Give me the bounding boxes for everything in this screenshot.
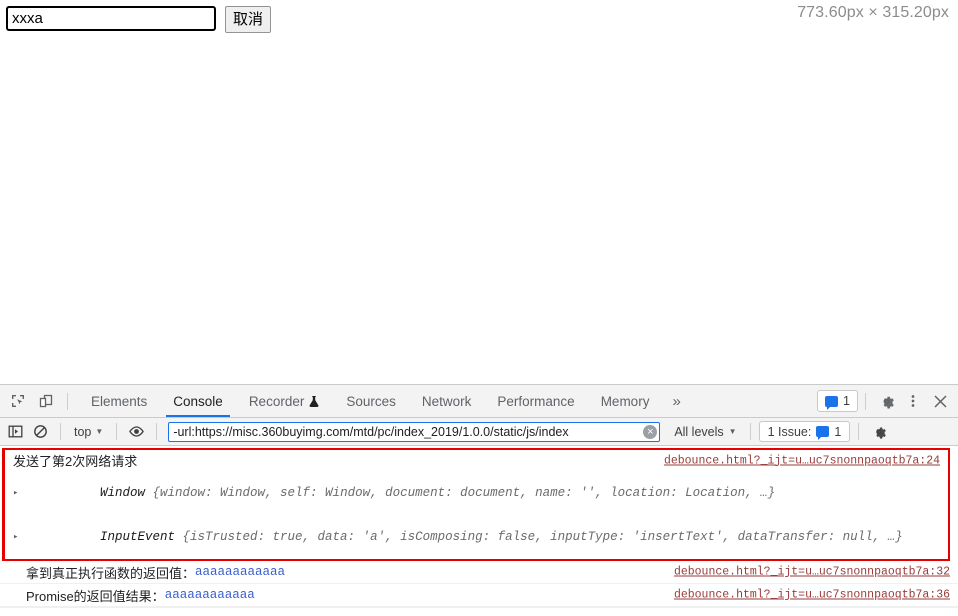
viewport-size-badge: 773.60px × 315.20px — [797, 4, 949, 21]
kebab-menu-icon[interactable] — [900, 388, 926, 414]
expand-arrow-icon-2[interactable]: ▸ — [13, 532, 21, 542]
console-toolbar: top ▼ × All levels ▼ 1 Issue: 1 — [0, 418, 958, 446]
toolbar-divider — [67, 392, 68, 410]
tab-elements[interactable]: Elements — [78, 385, 160, 417]
chevron-down-icon: ▼ — [95, 426, 104, 436]
tab-recorder-label: Recorder — [248, 393, 305, 409]
page-viewport: 取消 773.60px × 315.20px — [0, 0, 958, 384]
gear-icon[interactable] — [873, 388, 899, 414]
console-object-row: ▸ Window {window: Window, self: Window, … — [5, 471, 948, 515]
tab-console-label: Console — [173, 393, 223, 409]
console-prompt[interactable]: > — [0, 607, 958, 616]
devtools-panel: Elements Console Recorder Sources Networ… — [0, 384, 958, 616]
console-source-link-2[interactable]: debounce.html?_ijt=u…uc7snonnpaoqtb7a:32 — [674, 566, 950, 579]
filterbar-divider-3 — [156, 423, 158, 440]
object-constructor-name: Window — [100, 486, 146, 500]
clear-console-icon[interactable] — [29, 421, 52, 442]
chevron-down-icon-levels: ▼ — [728, 426, 737, 436]
inspect-element-icon[interactable] — [5, 388, 31, 414]
clear-filter-icon[interactable]: × — [643, 424, 658, 439]
tab-network[interactable]: Network — [409, 385, 485, 417]
console-settings-gear-icon[interactable] — [867, 421, 890, 442]
object-preview-body-2: {isTrusted: true, data: 'a', isComposing… — [175, 530, 903, 544]
tab-sources[interactable]: Sources — [333, 385, 409, 417]
filterbar-divider-4 — [749, 423, 751, 440]
devtools-tabbar-right: 1 — [817, 385, 958, 417]
execution-context-select[interactable]: top ▼ — [69, 422, 108, 442]
issues-label: 1 Issue: — [767, 424, 812, 439]
live-expression-icon[interactable] — [125, 421, 148, 442]
console-log-value: aaaaaaaaaaaa — [195, 565, 286, 579]
console-message-list: 发送了第2次网络请求 debounce.html?_ijt=u…uc7snonn… — [0, 446, 958, 616]
console-object-row-2: ▸ InputEvent {isTrusted: true, data: 'a'… — [5, 515, 948, 559]
console-log-row-2: Promise的返回值结果： aaaaaaaaaaaa debounce.htm… — [0, 584, 958, 607]
console-log-row: 拿到真正执行函数的返回值： aaaaaaaaaaaa debounce.html… — [0, 561, 958, 584]
devtools-tabbar-left — [0, 385, 74, 417]
more-tabs-button[interactable]: » — [662, 385, 690, 417]
device-toolbar-icon[interactable] — [33, 388, 59, 414]
issues-badge-tabbar[interactable]: 1 — [817, 390, 858, 412]
close-icon[interactable] — [927, 388, 953, 414]
tab-memory[interactable]: Memory — [588, 385, 663, 417]
tab-network-label: Network — [421, 393, 472, 409]
execution-context-label: top — [74, 424, 92, 439]
console-message-row: 发送了第2次网络请求 debounce.html?_ijt=u…uc7snonn… — [5, 450, 948, 471]
issues-count-tabbar: 1 — [843, 394, 850, 408]
tab-performance[interactable]: Performance — [484, 385, 587, 417]
console-source-link-3[interactable]: debounce.html?_ijt=u…uc7snonnpaoqtb7a:36 — [674, 589, 950, 602]
page-form-row: 取消 — [6, 6, 272, 33]
log-levels-label: All levels — [674, 424, 724, 439]
tab-sources-label: Sources — [346, 393, 396, 409]
filterbar-divider-5 — [858, 423, 860, 440]
console-filter-input[interactable] — [168, 421, 661, 442]
console-log-label-2: Promise的返回值结果： — [26, 588, 165, 604]
console-source-link[interactable]: debounce.html?_ijt=u…uc7snonnpaoqtb7a:24 — [664, 454, 940, 467]
console-message-text: 发送了第2次网络请求 — [13, 454, 138, 469]
issues-badge-filterbar[interactable]: 1 Issue: 1 — [758, 421, 851, 442]
tab-performance-label: Performance — [497, 393, 575, 409]
devtools-tab-list: Elements Console Recorder Sources Networ… — [78, 385, 691, 417]
devtools-tabbar: Elements Console Recorder Sources Networ… — [0, 385, 958, 418]
console-log-value-2: aaaaaaaaaaaa — [164, 588, 255, 602]
flask-icon — [309, 395, 320, 408]
toolbar-divider-2 — [865, 392, 866, 410]
speech-bubble-icon-2 — [816, 426, 830, 440]
tab-memory-label: Memory — [600, 393, 650, 409]
filterbar-divider-2 — [116, 423, 118, 440]
search-input[interactable] — [6, 6, 216, 31]
cancel-button[interactable]: 取消 — [225, 6, 272, 33]
object-preview-body: {window: Window, self: Window, document:… — [145, 486, 776, 500]
log-levels-select[interactable]: All levels ▼ — [669, 422, 741, 442]
console-sidebar-icon[interactable] — [4, 421, 27, 442]
object-constructor-name-2: InputEvent — [100, 530, 176, 544]
tab-recorder[interactable]: Recorder — [236, 385, 334, 417]
filterbar-divider-1 — [60, 423, 61, 440]
expand-arrow-icon[interactable]: ▸ — [13, 488, 21, 498]
tab-elements-label: Elements — [91, 393, 148, 409]
speech-bubble-icon — [825, 395, 839, 410]
issues-count-filterbar: 1 — [834, 424, 842, 439]
console-error-group: 发送了第2次网络请求 debounce.html?_ijt=u…uc7snonn… — [2, 448, 950, 561]
console-log-label: 拿到真正执行函数的返回值： — [26, 565, 196, 581]
tab-console[interactable]: Console — [160, 385, 236, 417]
console-filter-wrap: × — [168, 421, 661, 442]
